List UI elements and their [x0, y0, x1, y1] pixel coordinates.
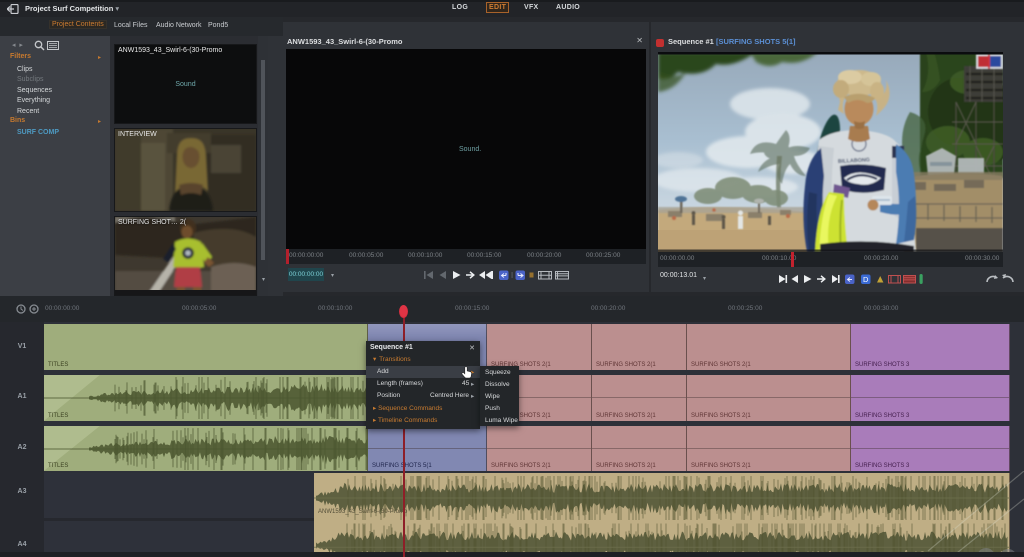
- svg-text:D: D: [863, 275, 869, 284]
